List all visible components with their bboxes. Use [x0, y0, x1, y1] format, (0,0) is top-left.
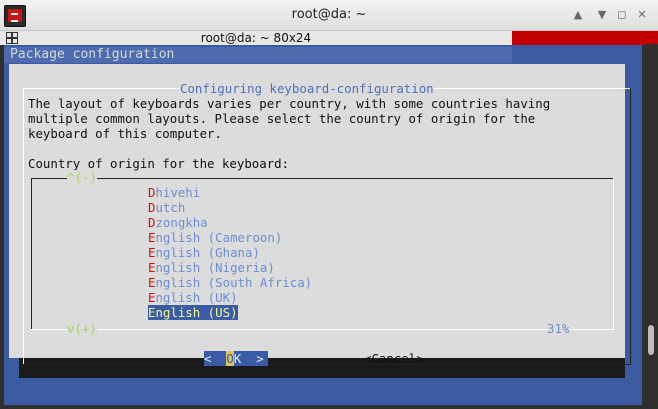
item-label: nglish (Nigeria) — [155, 260, 275, 275]
country-list-item[interactable]: English (Cameroon) — [148, 230, 282, 245]
dialog-border — [23, 88, 24, 365]
tab-bar: root@da: ~ 80x24 — [0, 31, 658, 45]
ok-hotkey: O — [226, 351, 234, 366]
tab-title[interactable]: root@da: ~ 80x24 — [0, 31, 512, 45]
keyboard-config-dialog: Configuring keyboard-configuration The l… — [9, 64, 631, 366]
list-border — [31, 178, 613, 179]
list-border — [613, 178, 614, 330]
maximize-icon[interactable]: ◻ — [614, 7, 630, 23]
description-line: multiple common layouts. Please select t… — [28, 111, 536, 126]
country-list-item[interactable]: Dhivehi — [148, 185, 200, 200]
item-label: nglish (UK) — [155, 290, 238, 305]
item-label: nglish (US) — [155, 305, 238, 320]
dialog-title: Configuring keyboard-configuration — [180, 81, 434, 96]
country-list-item[interactable]: English (South Africa) — [148, 275, 312, 290]
down-icon[interactable]: ▼ — [594, 7, 610, 23]
item-label: zongkha — [155, 215, 208, 230]
tab-activity-indicator[interactable] — [512, 31, 658, 45]
description-line: keyboard of this computer. — [28, 126, 222, 141]
description-line: The layout of keyboards varies per count… — [28, 96, 551, 111]
window-title: root@da: ~ — [291, 7, 367, 22]
country-list-item[interactable]: Dzongkha — [148, 215, 208, 230]
country-list-item[interactable]: English (Ghana) — [148, 245, 260, 260]
ok-left-bracket: < — [204, 351, 212, 366]
item-label: nglish (Cameroon) — [155, 230, 283, 245]
dialog-border — [23, 364, 631, 365]
country-list-item[interactable]: English (US) — [148, 305, 238, 320]
list-border — [31, 178, 32, 330]
item-label: utch — [155, 200, 186, 215]
item-label: hivehi — [155, 185, 201, 200]
scroll-percentage: 31% — [547, 321, 570, 336]
country-prompt: Country of origin for the keyboard: — [28, 156, 290, 171]
ok-right-bracket: > — [256, 351, 264, 366]
scrollbar-thumb[interactable] — [648, 325, 654, 355]
scroll-up-indicator[interactable]: ^(-) — [67, 170, 97, 185]
scroll-down-indicator[interactable]: v(+) — [67, 321, 97, 336]
up-icon[interactable]: ▲ — [570, 7, 586, 23]
window-title-bar: root@da: ~ ▲ ▼ ◻ ✕ — [0, 0, 658, 31]
ok-label: K — [233, 351, 242, 366]
package-configuration-title: Package configuration — [10, 47, 175, 62]
terminal-area[interactable]: Package configuration Configuring keyboa… — [0, 45, 658, 409]
ok-button[interactable]: < OK > — [204, 351, 268, 366]
item-label: nglish (South Africa) — [155, 275, 313, 290]
terminal-scrollbar[interactable] — [644, 44, 658, 364]
country-list-item[interactable]: Dutch — [148, 200, 185, 215]
close-icon[interactable]: ✕ — [634, 7, 650, 23]
country-list-item[interactable]: English (Nigeria) — [148, 260, 275, 275]
item-label: nglish (Ghana) — [155, 245, 260, 260]
country-list-item[interactable]: English (UK) — [148, 290, 238, 305]
dialog-border — [630, 88, 631, 365]
cancel-button[interactable]: <Cancel> — [364, 351, 424, 366]
list-border — [31, 329, 614, 330]
